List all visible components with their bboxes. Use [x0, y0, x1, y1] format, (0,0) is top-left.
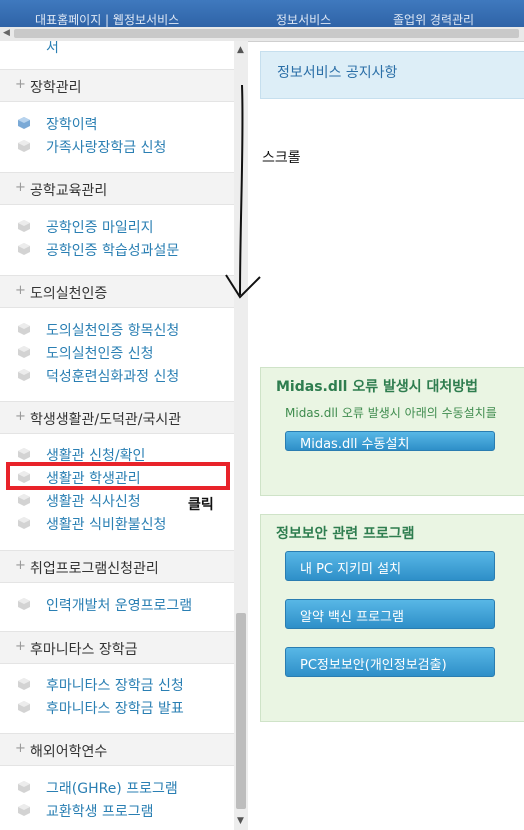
nav-career[interactable]: 졸업위 경력관리: [393, 11, 474, 28]
cube-icon: [18, 140, 30, 152]
security-panel: 정보보안 관련 프로그램 내 PC 지키미 설치 알약 백신 프로그램 PC정보…: [260, 514, 524, 722]
section-employment[interactable]: + 취업프로그램신청관리: [0, 550, 234, 583]
antivirus-button[interactable]: 알약 백신 프로그램: [285, 599, 495, 629]
scroll-down-icon[interactable]: ▼: [237, 816, 244, 826]
plus-icon: +: [15, 741, 26, 756]
section-humanitas[interactable]: + 후마니타스 장학금: [0, 631, 234, 664]
plus-icon: +: [15, 409, 26, 424]
nav-home-link[interactable]: 대표홈페이지 | 웹정보서비스: [35, 11, 179, 28]
security-title: 정보보안 관련 프로그램: [276, 526, 415, 542]
cube-icon: [18, 346, 30, 358]
vertical-scroll-thumb[interactable]: [236, 613, 246, 809]
plus-icon: +: [15, 639, 26, 654]
cube-icon: [18, 448, 30, 460]
section-dormitory[interactable]: + 학생생활관/도덕관/국시관: [0, 401, 234, 434]
highlight-box: [6, 462, 230, 490]
cube-icon: [18, 323, 30, 335]
sidebar: 서 + 장학관리 장학이력 가족사랑장학금 신청 + 공학교육관리 공학인증 마…: [0, 41, 234, 830]
cube-icon: [18, 804, 30, 816]
scroll-arrow-annotation: [225, 84, 261, 299]
section-title: 후마니타스 장학금: [30, 642, 138, 658]
midas-install-button[interactable]: Midas.dll 수동설치: [285, 431, 495, 452]
pc-guard-install-button[interactable]: 내 PC 지키미 설치: [285, 551, 495, 581]
section-title: 공학교육관리: [30, 183, 108, 199]
section-title: 도의실천인증: [30, 286, 108, 302]
scroll-left-icon[interactable]: ◀: [3, 28, 10, 38]
scroll-note: 스크롤: [262, 150, 301, 166]
plus-icon: +: [15, 283, 26, 298]
cube-icon: [18, 369, 30, 381]
section-title: 장학관리: [30, 80, 82, 96]
section-scholarship[interactable]: + 장학관리: [0, 69, 234, 102]
sidebar-cut-item[interactable]: 서: [46, 41, 59, 57]
section-title: 취업프로그램신청관리: [30, 561, 159, 577]
midas-title: Midas.dll 오류 발생시 대처방법: [276, 379, 479, 395]
section-title: 해외어학연수: [30, 744, 108, 760]
plus-icon: +: [15, 77, 26, 92]
scroll-up-icon[interactable]: ▲: [237, 45, 244, 55]
notice-panel[interactable]: 정보서비스 공지사항: [260, 51, 524, 99]
cube-icon: [18, 220, 30, 232]
horizontal-scrollbar[interactable]: ◀: [0, 27, 524, 42]
pc-privacy-scan-button[interactable]: PC정보보안(개인정보검출): [285, 647, 495, 677]
nav-info-service[interactable]: 정보서비스: [276, 11, 331, 28]
cube-icon: [18, 243, 30, 255]
cube-icon: [18, 678, 30, 690]
cube-icon: [18, 517, 30, 529]
cube-icon: [18, 781, 30, 793]
cube-icon: [18, 701, 30, 713]
plus-icon: +: [15, 180, 26, 195]
top-nav-bar: 대표홈페이지 | 웹정보서비스 정보서비스 졸업위 경력관리: [0, 0, 524, 27]
section-overseas[interactable]: + 해외어학연수: [0, 733, 234, 766]
notice-title[interactable]: 정보서비스 공지사항: [277, 62, 397, 82]
section-title: 학생생활관/도덕관/국시관: [30, 412, 182, 428]
horizontal-scroll-thumb[interactable]: [14, 29, 519, 38]
section-engineering[interactable]: + 공학교육관리: [0, 172, 234, 205]
plus-icon: +: [15, 558, 26, 573]
midas-description: Midas.dll 오류 발생시 아래의 수동설치를: [285, 406, 497, 420]
cube-icon: [18, 494, 30, 506]
midas-panel: Midas.dll 오류 발생시 대처방법 Midas.dll 오류 발생시 아…: [260, 367, 524, 496]
section-ethics[interactable]: + 도의실천인증: [0, 275, 234, 308]
click-note: 클릭: [188, 497, 214, 513]
cube-icon: [18, 598, 30, 610]
cube-icon: [18, 117, 30, 129]
